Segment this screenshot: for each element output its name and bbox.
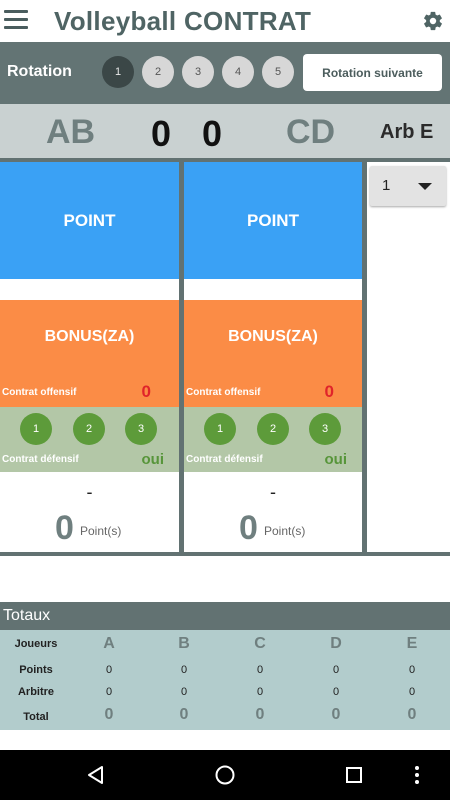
back-triangle-icon[interactable]	[84, 763, 108, 787]
table-cell: 0	[331, 706, 341, 723]
table-cell: 0	[180, 686, 188, 698]
team-column-left: POINT BONUS(ZA) Contrat offensif 0 1 2 3…	[0, 162, 179, 552]
table-cell: 0	[332, 664, 340, 676]
selector-column: 1	[367, 162, 450, 552]
bonus-label: BONUS(ZA)	[228, 328, 318, 345]
team-left-name: AB	[46, 113, 96, 151]
contrat-offensif-label: Contrat offensif	[186, 387, 261, 398]
row-label: Total	[23, 711, 49, 723]
totals-row-arbitre: Arbitre 0 0 0 0 0	[0, 682, 450, 704]
player-header: D	[330, 635, 342, 652]
player-select[interactable]: 1	[370, 166, 446, 206]
contrat-number-2[interactable]: 2	[257, 413, 289, 445]
rotation-label: Rotation	[7, 63, 72, 80]
table-cell: 0	[408, 686, 416, 698]
player-header: A	[103, 635, 115, 652]
recent-square-icon[interactable]	[342, 763, 366, 787]
totals-header-label: Joueurs	[14, 638, 58, 650]
table-cell: 0	[105, 664, 113, 676]
player-header: E	[406, 635, 418, 652]
contrat-number-3[interactable]: 3	[309, 413, 341, 445]
table-cell: 0	[332, 686, 340, 698]
rotation-bar: Rotation 1 2 3 4 5 Rotation suivante	[0, 42, 450, 104]
contrat-defensif-label: Contrat défensif	[2, 454, 79, 465]
arbitre-label: Arb E	[380, 121, 434, 143]
point-button[interactable]: POINT	[184, 162, 362, 279]
contrat-defensif-value: oui	[141, 451, 165, 468]
rotation-circle-3[interactable]: 3	[182, 56, 214, 88]
bonus-button[interactable]: BONUS(ZA) Contrat offensif 0	[0, 300, 179, 407]
table-cell: 0	[179, 706, 189, 723]
row-label: Points	[19, 664, 53, 676]
table-cell: 0	[104, 706, 114, 723]
bonus-button[interactable]: BONUS(ZA) Contrat offensif 0	[184, 300, 362, 407]
contrat-number-1[interactable]: 1	[204, 413, 236, 445]
rotation-circle-4[interactable]: 4	[222, 56, 254, 88]
table-cell: 0	[105, 686, 113, 698]
chevron-down-icon	[418, 183, 432, 190]
rotation-circle-5[interactable]: 5	[262, 56, 294, 88]
totals-title: Totaux	[0, 602, 450, 630]
team-left-score: 0	[151, 113, 172, 154]
team-right-score: 0	[202, 113, 223, 154]
last-action: -	[270, 482, 276, 502]
contrat-defensif-label: Contrat défensif	[186, 454, 263, 465]
contrat-number-3[interactable]: 3	[125, 413, 157, 445]
table-cell: 0	[255, 706, 265, 723]
team-right-name: CD	[286, 113, 336, 151]
app-bar: Volleyball CONTRAT	[0, 0, 450, 42]
contrat-offensif-label: Contrat offensif	[2, 387, 77, 398]
team-columns: POINT BONUS(ZA) Contrat offensif 0 1 2 3…	[0, 158, 450, 556]
totals-table: Joueurs A B C D E Points 0 0 0 0 0 Arbit…	[0, 630, 450, 730]
app-title: Volleyball CONTRAT	[54, 6, 312, 36]
contrat-defensif-value: oui	[324, 451, 348, 468]
point-button[interactable]: POINT	[0, 162, 179, 279]
last-action: -	[86, 482, 93, 502]
player-header: B	[178, 635, 190, 652]
bonus-label: BONUS(ZA)	[44, 328, 135, 345]
home-circle-icon[interactable]	[213, 763, 237, 787]
next-rotation-button[interactable]: Rotation suivante	[303, 54, 442, 91]
points-value: 0	[55, 509, 74, 547]
row-label: Arbitre	[17, 686, 55, 698]
contrat-offensif-value: 0	[141, 382, 151, 401]
player-select-value: 1	[382, 177, 391, 194]
player-header: C	[254, 635, 266, 652]
totals-row-points: Points 0 0 0 0 0	[0, 660, 450, 682]
score-bar: AB 0 0 CD Arb E	[0, 104, 450, 158]
gear-icon[interactable]	[422, 10, 444, 32]
points-label: Point(s)	[264, 524, 306, 538]
points-label: Point(s)	[80, 524, 122, 538]
totals-row-total: Total 0 0 0 0 0	[0, 705, 450, 727]
table-cell: 0	[256, 686, 264, 698]
contrat-defensif-panel: 1 2 3 Contrat défensif oui	[0, 407, 179, 472]
rotation-circle-2[interactable]: 2	[142, 56, 174, 88]
table-cell: 0	[180, 664, 188, 676]
table-cell: 0	[256, 664, 264, 676]
more-vertical-icon[interactable]	[405, 763, 429, 787]
team-column-right: POINT BONUS(ZA) Contrat offensif 0 1 2 3…	[184, 162, 362, 552]
system-nav-bar	[0, 750, 450, 800]
totals-header-row: Joueurs A B C D E	[0, 634, 450, 656]
rotation-circle-1[interactable]: 1	[102, 56, 134, 88]
table-cell: 0	[408, 664, 416, 676]
points-value: 0	[239, 509, 258, 547]
contrat-defensif-panel: 1 2 3 Contrat défensif oui	[184, 407, 362, 472]
contrat-number-1[interactable]: 1	[20, 413, 52, 445]
contrat-number-2[interactable]: 2	[73, 413, 105, 445]
app-screen: Volleyball CONTRAT Rotation 1 2 3 4 5 Ro…	[0, 0, 450, 800]
menu-icon[interactable]	[4, 10, 28, 30]
contrat-offensif-value: 0	[324, 382, 334, 401]
table-cell: 0	[407, 706, 417, 723]
